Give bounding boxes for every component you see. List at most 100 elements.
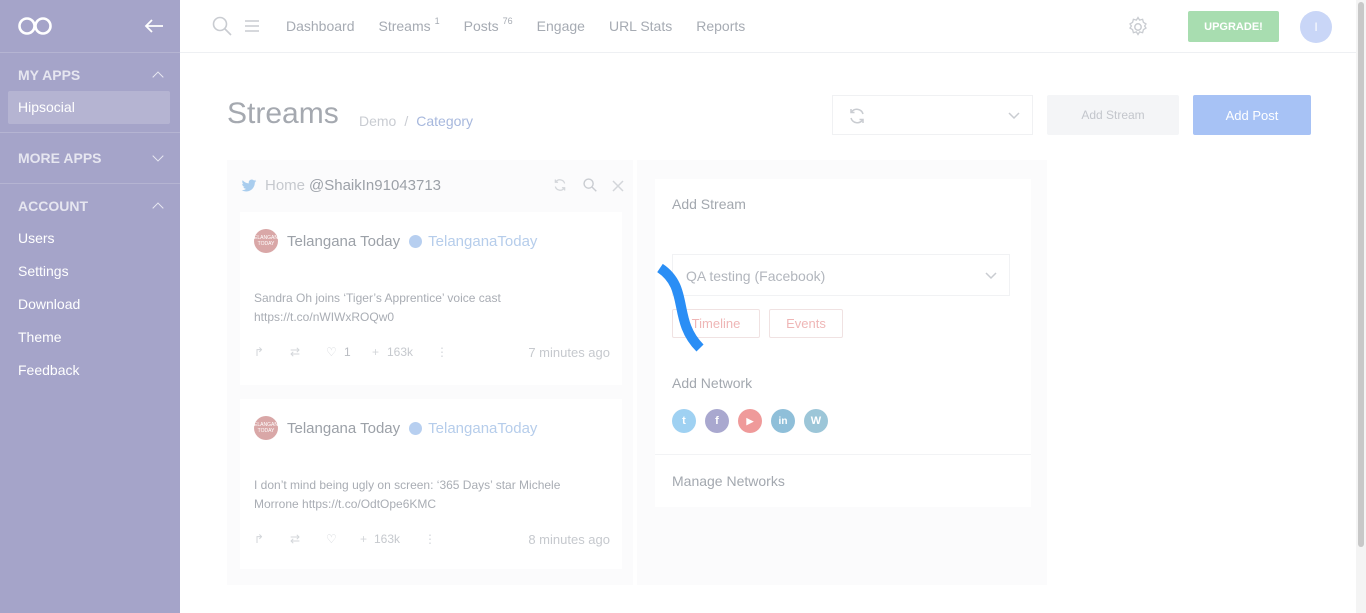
events-button[interactable]: Events (769, 309, 843, 338)
followers-count: 163k (374, 532, 401, 546)
gear-icon[interactable] (1127, 16, 1149, 38)
chevron-down-icon (152, 150, 164, 162)
stream-select[interactable] (832, 95, 1033, 135)
sidebar: MY APPS Hipsocial MORE APPS ACCOUNT User… (0, 0, 180, 613)
followers-count: 163k (387, 345, 414, 359)
breadcrumb-separator: / (404, 113, 409, 129)
youtube-icon[interactable]: ▶ (738, 409, 762, 433)
nav-label: Dashboard (286, 18, 355, 34)
account-select[interactable]: QA testing (Facebook) (672, 254, 1010, 296)
nav-label: Engage (536, 18, 585, 34)
nav-label: Reports (696, 18, 746, 34)
stream-handle: @ShaikIn91043713 (309, 177, 442, 194)
stream-header: Home @ShaikIn91043713 (241, 177, 441, 194)
author-username[interactable]: TelanganaToday (428, 420, 537, 437)
reply-icon[interactable]: ↱ (254, 345, 264, 359)
tweet-time: 8 minutes ago (528, 532, 610, 547)
stream-tab-label: Home (265, 177, 306, 194)
wordpress-icon[interactable]: W (804, 409, 828, 433)
sidebar-section-my-apps: MY APPS Hipsocial (0, 53, 180, 133)
nav-reports[interactable]: Reports (696, 18, 745, 34)
more-icon[interactable]: ⋮ (424, 532, 436, 546)
retweet-icon[interactable]: ⇄ (290, 345, 300, 359)
refresh-icon[interactable] (553, 178, 567, 192)
logo-icon (18, 17, 52, 35)
nav-engage[interactable]: Engage (537, 18, 585, 34)
like-icon[interactable]: ♡ (326, 532, 337, 546)
tweet-author: TELANGANA TODAY Telangana Today Telangan… (251, 229, 537, 253)
tweet-actions: ↱ ⇄ ♡ 1 + 163k ⋮ 7 minutes ago (254, 345, 610, 361)
author-username[interactable]: TelanganaToday (428, 233, 537, 250)
author-name[interactable]: Telangana Today (287, 233, 400, 250)
author-name[interactable]: Telangana Today (287, 420, 400, 437)
refresh-icon[interactable] (848, 107, 866, 125)
facebook-icon[interactable]: f (705, 409, 729, 433)
add-post-button[interactable]: Add Post (1193, 95, 1311, 135)
stream-column: Home @ShaikIn91043713 TELANGANA TODAY Te… (227, 160, 633, 585)
breadcrumb-demo[interactable]: Demo (359, 113, 396, 129)
add-stream-card: Add Stream QA testing (Facebook) Timelin… (655, 179, 1031, 507)
tweet-author: TELANGANA TODAY Telangana Today Telangan… (251, 416, 537, 440)
breadcrumb-category[interactable]: Category (416, 113, 473, 129)
collapse-arrow-icon[interactable] (144, 19, 164, 33)
sidebar-item-download[interactable]: Download (0, 288, 180, 321)
section-title: ACCOUNT (18, 198, 88, 214)
breadcrumb: Demo / Category (359, 113, 473, 129)
add-stream-panel: Add Stream QA testing (Facebook) Timelin… (637, 160, 1047, 585)
like-count: 1 (344, 345, 351, 359)
like-icon[interactable]: ♡ (326, 345, 337, 359)
sidebar-item-feedback[interactable]: Feedback (0, 354, 180, 387)
add-stream-button[interactable]: Add Stream (1047, 95, 1179, 135)
manage-networks-link[interactable]: Manage Networks (655, 454, 1031, 507)
sidebar-item-theme[interactable]: Theme (0, 321, 180, 354)
twitter-icon[interactable]: t (672, 409, 696, 433)
nav-count-badge: 76 (502, 16, 513, 26)
search-icon[interactable] (583, 178, 597, 192)
section-title: MY APPS (18, 67, 81, 83)
sidebar-section-header[interactable]: MY APPS (0, 65, 180, 85)
nav-label: URL Stats (608, 18, 673, 34)
close-icon[interactable] (612, 180, 624, 192)
nav-posts[interactable]: Posts 76 (464, 16, 513, 34)
sidebar-section-more-apps: MORE APPS (0, 133, 180, 184)
upgrade-button[interactable]: UPGRADE! (1188, 11, 1279, 42)
network-icons: t f ▶ in W (672, 409, 828, 433)
linkedin-icon[interactable]: in (771, 409, 795, 433)
menu-icon[interactable] (244, 19, 260, 33)
twitter-icon (241, 179, 257, 191)
nav-label: Streams (378, 18, 431, 34)
search-icon[interactable] (212, 16, 232, 36)
chevron-up-icon (152, 202, 164, 214)
nav-dashboard[interactable]: Dashboard (286, 18, 355, 34)
followers-icon: + (360, 532, 368, 546)
page-title: Streams (227, 97, 339, 130)
chevron-down-icon (985, 272, 997, 280)
chevron-down-icon (1008, 112, 1020, 120)
reply-icon[interactable]: ↱ (254, 532, 264, 546)
verified-icon (409, 421, 423, 435)
sidebar-item-users[interactable]: Users (0, 222, 180, 255)
page-scrollbar[interactable] (1356, 0, 1366, 613)
retweet-icon[interactable]: ⇄ (290, 532, 300, 546)
add-network-title: Add Network (672, 375, 753, 391)
scrollbar-thumb[interactable] (1358, 2, 1364, 547)
nav-count-badge: 1 (434, 16, 440, 26)
tweet-card: TELANGANA TODAY Telangana Today Telangan… (240, 399, 622, 569)
tweet-text: Sandra Oh joins ‘Tiger’s Apprentice’ voi… (254, 291, 501, 324)
top-navbar: Dashboard Streams 1 Posts 76 Engage URL St… (180, 0, 1356, 53)
nav-url-stats[interactable]: URL Stats (609, 18, 672, 34)
sidebar-header (0, 0, 180, 53)
verified-icon (409, 234, 423, 248)
user-avatar[interactable]: I (1300, 11, 1332, 43)
tweet-text: I don’t mind being ugly on screen: ‘365 … (254, 478, 561, 511)
more-icon[interactable]: ⋮ (436, 345, 448, 359)
sidebar-section-account: ACCOUNT Users Settings Download Theme Fe… (0, 184, 180, 395)
chevron-up-icon (152, 71, 164, 83)
tweet-card: TELANGANA TODAY Telangana Today Telangan… (240, 212, 622, 385)
loading-spinner-icon (656, 263, 704, 352)
sidebar-section-header[interactable]: ACCOUNT (0, 196, 180, 216)
sidebar-section-header[interactable]: MORE APPS (0, 148, 180, 168)
sidebar-item-settings[interactable]: Settings (0, 255, 180, 288)
nav-streams[interactable]: Streams 1 (378, 16, 440, 34)
sidebar-item-hipsocial[interactable]: Hipsocial (8, 91, 170, 124)
